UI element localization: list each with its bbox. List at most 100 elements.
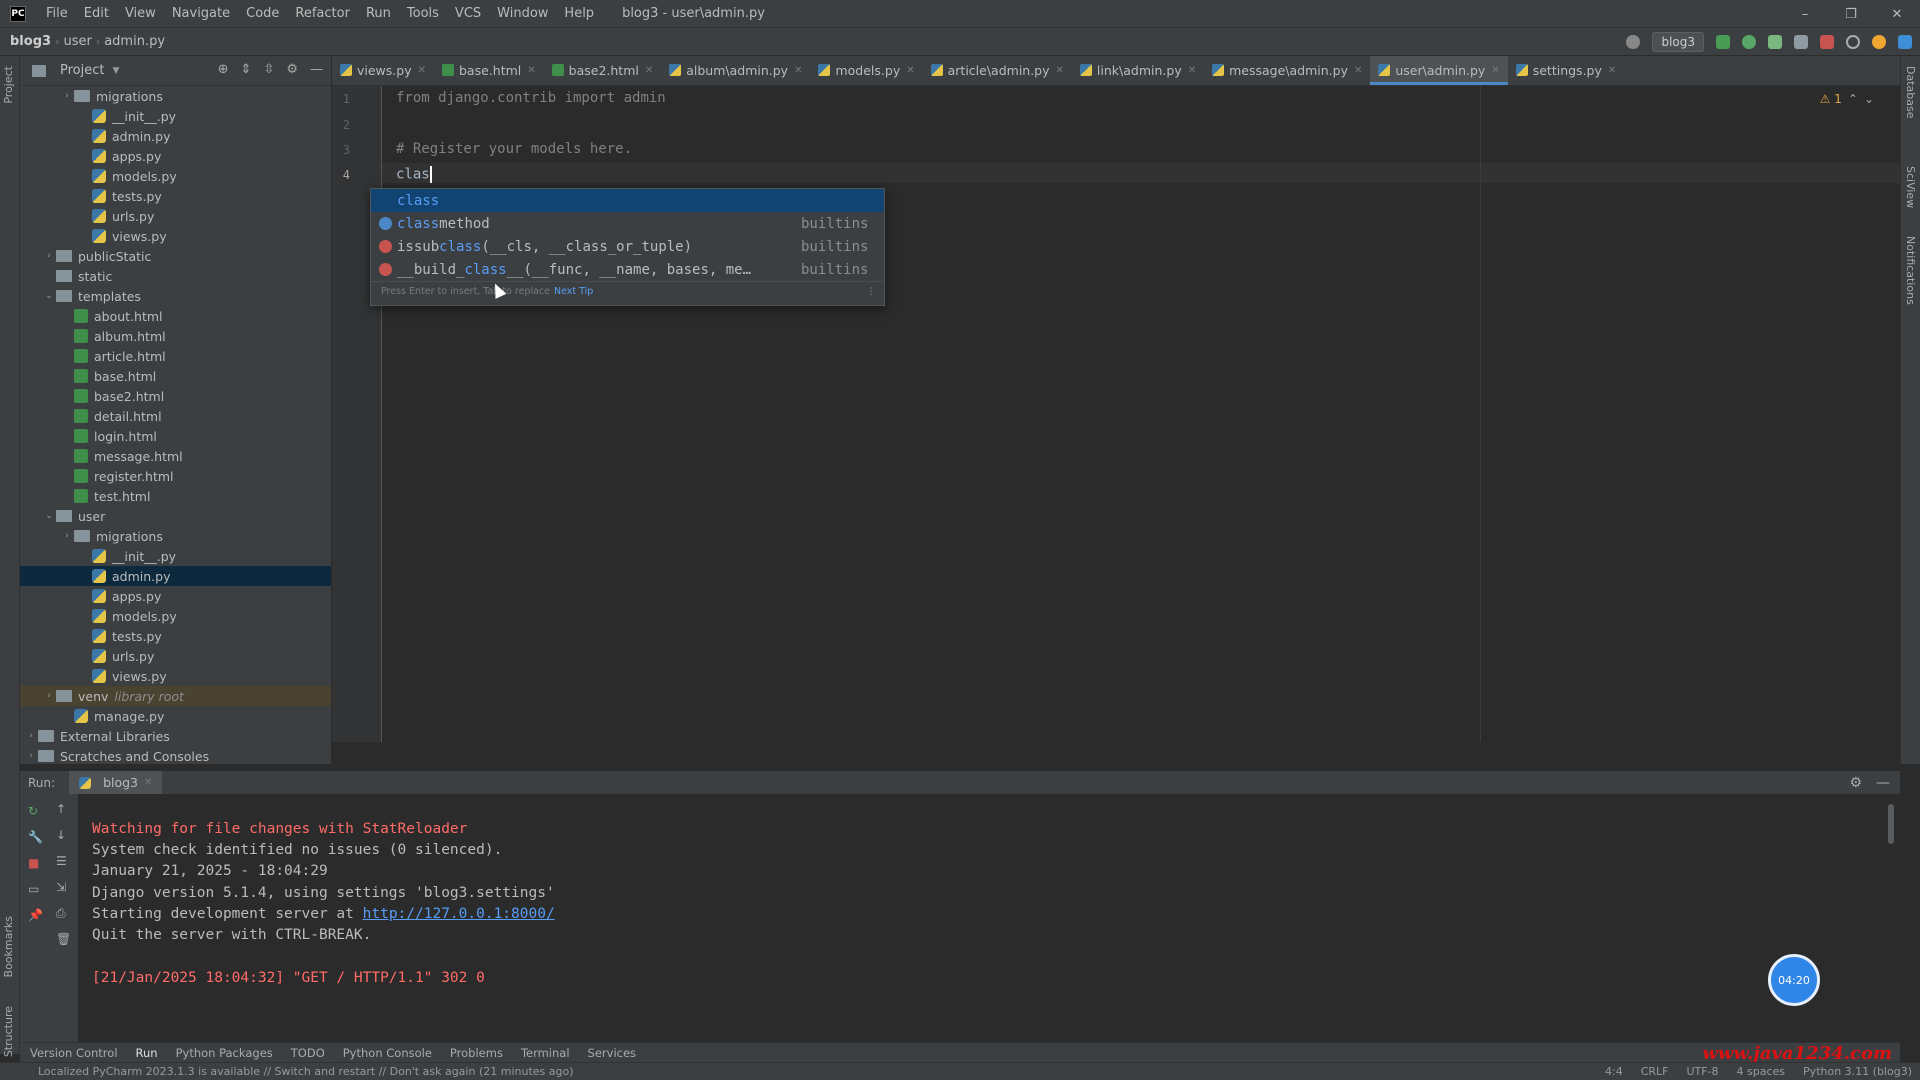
close-icon[interactable]: ✕ (1491, 65, 1499, 76)
updates-icon[interactable] (1872, 35, 1886, 49)
line-separator[interactable]: CRLF (1641, 1065, 1669, 1078)
chevron-right-icon[interactable]: › (24, 731, 38, 741)
tree-file[interactable]: article.html (20, 346, 331, 366)
tree-folder[interactable]: › publicStatic (20, 246, 331, 266)
menu-item[interactable]: Code (238, 6, 287, 21)
sciview-tool-button[interactable]: SciView (1904, 166, 1917, 208)
scroll-to-end-icon[interactable]: ⇲ (56, 880, 66, 894)
breadcrumb-file[interactable]: admin.py (100, 34, 169, 49)
wrench-icon[interactable]: 🔧 (28, 830, 43, 844)
tool-window-tab[interactable]: Problems (450, 1046, 503, 1060)
tool-window-tab[interactable]: TODO (291, 1046, 325, 1060)
tree-file[interactable]: apps.py (20, 146, 331, 166)
tree-file[interactable]: tests.py (20, 626, 331, 646)
arrow-down-icon[interactable]: ↓ (56, 828, 66, 842)
run-console[interactable]: Performing system checks...Watching for … (78, 794, 1900, 1046)
menu-item[interactable]: Run (358, 6, 399, 21)
menu-item[interactable]: File (38, 6, 76, 21)
close-icon[interactable]: ✕ (1188, 65, 1196, 76)
editor-tab[interactable]: album\admin.py ✕ (661, 56, 810, 85)
tree-file[interactable]: manage.py (20, 706, 331, 726)
editor-tab[interactable]: base.html ✕ (434, 56, 544, 85)
recording-timer-badge[interactable]: 04:20 (1768, 954, 1820, 1006)
collapse-all-icon[interactable]: ⇳ (263, 62, 274, 77)
locate-icon[interactable]: ⊕ (218, 62, 229, 77)
tree-file[interactable]: __init__.py (20, 546, 331, 566)
editor-tab[interactable]: article\admin.py ✕ (923, 56, 1072, 85)
chevron-down-icon[interactable]: ⌄ (1864, 92, 1874, 106)
close-icon[interactable]: ✕ (1608, 65, 1616, 76)
editor-tab[interactable]: user\admin.py ✕ (1370, 56, 1509, 85)
plugin-icon[interactable] (1898, 35, 1912, 49)
breadcrumb-project[interactable]: blog3 (0, 34, 55, 49)
chevron-right-icon[interactable]: › (42, 691, 56, 701)
tree-file[interactable]: detail.html (20, 406, 331, 426)
editor-tab[interactable]: views.py ✕ (332, 56, 434, 85)
stop-icon[interactable]: ■ (28, 856, 39, 870)
coverage-icon[interactable] (1768, 35, 1782, 49)
close-icon[interactable]: ✕ (418, 65, 426, 76)
menu-item[interactable]: Navigate (164, 6, 238, 21)
menu-item[interactable]: Tools (399, 6, 447, 21)
tree-file[interactable]: about.html (20, 306, 331, 326)
editor-tab[interactable]: message\admin.py ✕ (1204, 56, 1370, 85)
close-icon[interactable]: ✕ (1056, 65, 1064, 76)
expand-all-icon[interactable]: ⇕ (241, 62, 252, 77)
close-icon[interactable]: ✕ (794, 65, 802, 76)
server-url-link[interactable]: http://127.0.0.1:8000/ (363, 906, 555, 922)
tool-window-tab[interactable]: Services (588, 1046, 637, 1060)
menu-item[interactable]: Help (556, 6, 602, 21)
tree-file[interactable]: base.html (20, 366, 331, 386)
chevron-right-icon[interactable]: › (42, 251, 56, 261)
tree-folder[interactable]: static (20, 266, 331, 286)
chevron-right-icon[interactable]: › (60, 531, 74, 541)
rerun-icon[interactable] (1716, 35, 1730, 49)
completion-item[interactable]: issub class (__cls, __class_or_tuple) built… (371, 235, 884, 258)
tree-folder[interactable]: ⌄ templates (20, 286, 331, 306)
chevron-down-icon[interactable]: ⌄ (42, 291, 56, 301)
tree-file[interactable]: base2.html (20, 386, 331, 406)
tree-file[interactable]: album.html (20, 326, 331, 346)
tree-file[interactable]: register.html (20, 466, 331, 486)
pin-icon[interactable]: 📌 (28, 908, 43, 922)
tree-file[interactable]: login.html (20, 426, 331, 446)
tree-file[interactable]: views.py (20, 226, 331, 246)
tree-folder[interactable]: ⌄ user (20, 506, 331, 526)
menu-item[interactable]: VCS (447, 6, 489, 21)
menu-item[interactable]: Edit (76, 6, 117, 21)
soft-wrap-icon[interactable]: ☰ (56, 854, 67, 868)
tree-file[interactable]: apps.py (20, 586, 331, 606)
completion-item[interactable]: __build_ class __(__func, __name, bases, m… (371, 258, 884, 281)
rerun-icon[interactable]: ↻ (28, 804, 38, 818)
trash-icon[interactable]: 🗑 (56, 932, 71, 946)
tool-window-tab[interactable]: Python Console (343, 1046, 432, 1060)
completion-item[interactable]: class method builtins (371, 212, 884, 235)
editor-tab[interactable]: settings.py ✕ (1508, 56, 1625, 85)
database-tool-button[interactable]: Database (1904, 66, 1917, 119)
close-icon[interactable]: ✕ (645, 65, 653, 76)
chevron-down-icon[interactable]: ⌄ (42, 511, 56, 521)
project-panel-title[interactable]: Project (60, 63, 104, 78)
tree-file[interactable]: message.html (20, 446, 331, 466)
file-encoding[interactable]: UTF-8 (1686, 1065, 1718, 1078)
project-tool-button[interactable]: Project (2, 66, 15, 104)
structure-tool-button[interactable]: Structure (2, 1006, 15, 1057)
close-icon[interactable]: ✕ (906, 65, 914, 76)
tree-file[interactable]: __init__.py (20, 106, 331, 126)
editor-tab[interactable]: base2.html ✕ (544, 56, 662, 85)
gear-icon[interactable]: ⚙ (1849, 775, 1862, 791)
tree-file[interactable]: urls.py (20, 646, 331, 666)
code-editor[interactable]: from django.contrib import admin # Regis… (382, 86, 1900, 742)
tree-file[interactable]: views.py (20, 666, 331, 686)
menu-item[interactable]: Refactor (287, 6, 358, 21)
tool-window-tab[interactable]: Python Packages (176, 1046, 273, 1060)
chevron-up-icon[interactable]: ⌃ (1848, 92, 1858, 106)
tree-folder[interactable]: › Scratches and Consoles (20, 746, 331, 764)
tool-window-tab[interactable]: Run (136, 1046, 158, 1060)
debug-icon[interactable] (1742, 35, 1756, 49)
stop-icon[interactable] (1820, 35, 1834, 49)
tree-folder[interactable]: › External Libraries (20, 726, 331, 746)
gear-icon[interactable]: ⚙ (286, 62, 298, 77)
status-message[interactable]: Localized PyCharm 2023.1.3 is available … (0, 1065, 574, 1078)
completion-item[interactable]: class (371, 189, 884, 212)
